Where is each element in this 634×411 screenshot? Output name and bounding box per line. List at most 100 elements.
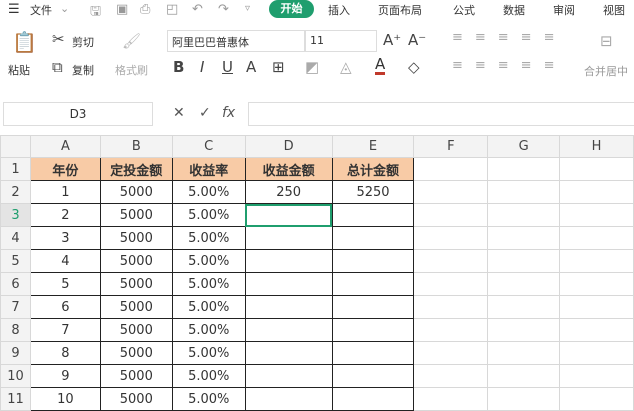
merge-icon[interactable]: ⊟ bbox=[600, 32, 613, 50]
increase-font-icon[interactable]: A⁺ bbox=[383, 31, 401, 49]
cell-G3[interactable] bbox=[487, 203, 561, 227]
cancel-icon[interactable]: ✕ bbox=[173, 105, 185, 121]
cell-C6[interactable]: 5.00% bbox=[171, 272, 246, 296]
format-painter-button[interactable]: 格式刷 bbox=[115, 62, 148, 78]
cell-H1[interactable] bbox=[559, 157, 634, 181]
cell-G9[interactable] bbox=[487, 341, 561, 365]
insert-function-icon[interactable]: fx bbox=[222, 105, 235, 121]
cell-H11[interactable] bbox=[559, 387, 634, 411]
cell-G4[interactable] bbox=[487, 226, 561, 250]
cell-F4[interactable] bbox=[413, 226, 489, 250]
cell-E9[interactable] bbox=[331, 341, 415, 365]
cell-C7[interactable]: 5.00% bbox=[171, 295, 246, 319]
print-preview-icon[interactable]: ◰ bbox=[166, 2, 178, 17]
tab-page-layout[interactable]: 页面布局 bbox=[378, 2, 422, 18]
cell-A1[interactable]: 年份 bbox=[29, 157, 101, 181]
cell-A7[interactable]: 6 bbox=[29, 295, 101, 319]
row-header[interactable]: 7 bbox=[0, 295, 31, 319]
decrease-font-icon[interactable]: A⁻ bbox=[408, 31, 426, 49]
cell-D7[interactable] bbox=[244, 295, 333, 319]
tab-view[interactable]: 视图 bbox=[603, 2, 625, 18]
column-header-E[interactable]: E bbox=[331, 135, 415, 158]
cell-A6[interactable]: 5 bbox=[29, 272, 101, 296]
font-name-select[interactable]: 阿里巴巴普惠体 bbox=[167, 30, 305, 52]
cell-D1[interactable]: 收益金额 bbox=[244, 157, 333, 181]
chevron-down-icon[interactable]: ⌄ bbox=[60, 2, 69, 15]
cell-E1[interactable]: 总计金额 bbox=[331, 157, 415, 181]
cell-F3[interactable] bbox=[413, 203, 489, 227]
cell-G5[interactable] bbox=[487, 249, 561, 273]
print-icon[interactable]: ⎙ bbox=[140, 2, 150, 17]
cell-C8[interactable]: 5.00% bbox=[171, 318, 246, 342]
cell-C1[interactable]: 收益率 bbox=[171, 157, 246, 181]
cell-style-icon[interactable]: ◩ bbox=[305, 58, 319, 76]
cell-E3[interactable] bbox=[331, 203, 415, 227]
cell-E6[interactable] bbox=[331, 272, 415, 296]
undo-icon[interactable]: ↶ bbox=[192, 2, 203, 17]
cell-D10[interactable] bbox=[244, 364, 333, 388]
fill-color-icon[interactable]: ◬ bbox=[340, 58, 352, 76]
cell-A3[interactable]: 2 bbox=[29, 203, 101, 227]
align-top-icons[interactable]: ≡≡≡≡≡ bbox=[452, 30, 566, 45]
row-header[interactable]: 2 bbox=[0, 180, 31, 204]
row-header[interactable]: 11 bbox=[0, 387, 31, 411]
cell-A4[interactable]: 3 bbox=[29, 226, 101, 250]
cell-C10[interactable]: 5.00% bbox=[171, 364, 246, 388]
copy-button[interactable]: 复制 bbox=[72, 62, 94, 78]
cell-B9[interactable]: 5000 bbox=[99, 341, 173, 365]
align-left-icons[interactable]: ≡≡≡≡≡ bbox=[452, 58, 566, 73]
cell-D6[interactable] bbox=[244, 272, 333, 296]
cell-G2[interactable] bbox=[487, 180, 561, 204]
cell-G1[interactable] bbox=[487, 157, 561, 181]
cell-H10[interactable] bbox=[559, 364, 634, 388]
row-header[interactable]: 3 bbox=[0, 203, 31, 227]
cell-E8[interactable] bbox=[331, 318, 415, 342]
strikethrough-icon[interactable]: A bbox=[246, 58, 256, 76]
column-header-G[interactable]: G bbox=[487, 135, 561, 158]
cell-B4[interactable]: 5000 bbox=[99, 226, 173, 250]
select-all-corner[interactable] bbox=[0, 135, 31, 158]
cell-H7[interactable] bbox=[559, 295, 634, 319]
column-header-H[interactable]: H bbox=[559, 135, 634, 158]
cell-C5[interactable]: 5.00% bbox=[171, 249, 246, 273]
cell-F10[interactable] bbox=[413, 364, 489, 388]
cell-H8[interactable] bbox=[559, 318, 634, 342]
cell-G6[interactable] bbox=[487, 272, 561, 296]
cell-E5[interactable] bbox=[331, 249, 415, 273]
cell-A9[interactable]: 8 bbox=[29, 341, 101, 365]
row-header[interactable]: 8 bbox=[0, 318, 31, 342]
column-header-F[interactable]: F bbox=[413, 135, 489, 158]
cell-E4[interactable] bbox=[331, 226, 415, 250]
cell-D3[interactable] bbox=[244, 203, 333, 227]
export-pdf-icon[interactable]: ▣ bbox=[116, 2, 128, 17]
copy-icon[interactable]: ⧉ bbox=[52, 58, 63, 76]
cell-H3[interactable] bbox=[559, 203, 634, 227]
cell-B6[interactable]: 5000 bbox=[99, 272, 173, 296]
row-header[interactable]: 4 bbox=[0, 226, 31, 250]
column-header-D[interactable]: D bbox=[244, 135, 333, 158]
cell-E11[interactable] bbox=[331, 387, 415, 411]
paste-button[interactable]: 粘贴 bbox=[8, 62, 30, 78]
font-size-select[interactable]: 11 bbox=[305, 30, 377, 52]
cell-F6[interactable] bbox=[413, 272, 489, 296]
cell-E2[interactable]: 5250 bbox=[331, 180, 415, 204]
cell-F7[interactable] bbox=[413, 295, 489, 319]
cell-D2[interactable]: 250 bbox=[244, 180, 333, 204]
cell-F8[interactable] bbox=[413, 318, 489, 342]
customize-dropdown-icon[interactable]: ▿ bbox=[245, 3, 250, 14]
cell-B11[interactable]: 5000 bbox=[99, 387, 173, 411]
confirm-icon[interactable]: ✓ bbox=[199, 105, 211, 121]
cell-H5[interactable] bbox=[559, 249, 634, 273]
cell-A8[interactable]: 7 bbox=[29, 318, 101, 342]
cell-A10[interactable]: 9 bbox=[29, 364, 101, 388]
row-header[interactable]: 5 bbox=[0, 249, 31, 273]
cell-E7[interactable] bbox=[331, 295, 415, 319]
cell-H9[interactable] bbox=[559, 341, 634, 365]
cell-B7[interactable]: 5000 bbox=[99, 295, 173, 319]
cell-C3[interactable]: 5.00% bbox=[171, 203, 246, 227]
column-header-A[interactable]: A bbox=[29, 135, 101, 158]
cell-E10[interactable] bbox=[331, 364, 415, 388]
cell-F9[interactable] bbox=[413, 341, 489, 365]
tab-formulas[interactable]: 公式 bbox=[453, 2, 475, 18]
cell-G7[interactable] bbox=[487, 295, 561, 319]
